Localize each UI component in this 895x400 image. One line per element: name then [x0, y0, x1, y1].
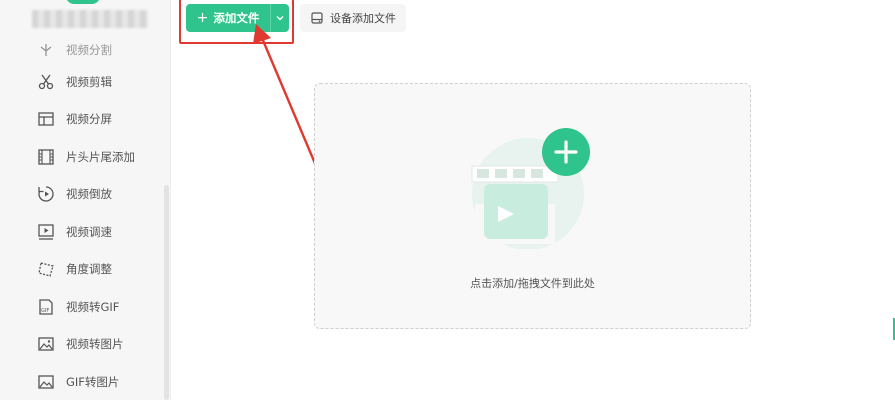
reverse-icon [36, 184, 56, 204]
rotate-icon [36, 259, 56, 279]
sidebar-item-label: 视频调速 [66, 224, 112, 239]
chevron-down-icon [276, 16, 284, 21]
video-frame [484, 184, 548, 239]
add-file-label: 添加文件 [213, 11, 260, 25]
sidebar-item-speed[interactable]: 视频调速 [0, 213, 170, 251]
device-add-file-label: 设备添加文件 [330, 12, 396, 25]
split-screen-icon [36, 109, 56, 129]
sidebar-item-label: 视频剪辑 [66, 74, 112, 89]
sidebar-item-label: 片头片尾添加 [66, 149, 135, 164]
sidebar-item-label: 视频分割 [66, 43, 112, 57]
sidebar-item-label: 视频倒放 [66, 187, 112, 202]
device-icon [311, 12, 323, 24]
plus-icon: + [196, 10, 209, 26]
film-icon [36, 147, 56, 167]
sidebar-list: 视频分割 视频剪辑 视频分屏 片头片尾添加 视频倒放 视频调速 角度调整 GIF… [0, 43, 170, 400]
sidebar-item-label: 角度调整 [66, 262, 112, 277]
sidebar-item-label: 视频分屏 [66, 112, 112, 127]
add-file-button[interactable]: + 添加文件 [186, 4, 270, 32]
gif-image-icon [36, 372, 56, 392]
device-add-file-button[interactable]: 设备添加文件 [300, 4, 406, 32]
sidebar-item-video-to-gif[interactable]: GIF 视频转GIF [0, 288, 170, 326]
sidebar-item-reverse[interactable]: 视频倒放 [0, 176, 170, 214]
add-file-dropdown-button[interactable] [270, 4, 289, 32]
image-icon [36, 334, 56, 354]
sidebar-item-split-screen[interactable]: 视频分屏 [0, 101, 170, 139]
sidebar-item-gif-to-image[interactable]: GIF转图片 [0, 363, 170, 400]
sidebar-item-video-to-image[interactable]: 视频转图片 [0, 326, 170, 364]
gif-icon: GIF [36, 297, 56, 317]
split-icon [36, 40, 56, 60]
sidebar-item-video-cut[interactable]: 视频剪辑 [0, 63, 170, 101]
sidebar-item-label: 视频转图片 [66, 337, 124, 352]
sidebar-item-intro-outro[interactable]: 片头片尾添加 [0, 138, 170, 176]
arrow-line [260, 37, 324, 181]
video-add-illustration [471, 128, 590, 249]
sidebar-item-video-split[interactable]: 视频分割 [0, 37, 170, 63]
app-logo [66, 0, 100, 4]
sidebar-item-rotate[interactable]: 角度调整 [0, 251, 170, 289]
sidebar-item-label: GIF转图片 [66, 374, 120, 389]
blurred-app-title [32, 10, 148, 28]
speed-icon [36, 222, 56, 242]
sidebar-scrollbar[interactable] [164, 185, 169, 400]
svg-text:GIF: GIF [41, 308, 49, 314]
sidebar: 视频分割 视频剪辑 视频分屏 片头片尾添加 视频倒放 视频调速 角度调整 GIF… [0, 0, 171, 400]
scissors-icon [36, 72, 56, 92]
sidebar-item-label: 视频转GIF [66, 299, 120, 314]
drop-hint-text: 点击添加/拖拽文件到此处 [470, 277, 595, 290]
film-strip [471, 165, 559, 183]
file-drop-zone[interactable]: 点击添加/拖拽文件到此处 [314, 83, 751, 329]
